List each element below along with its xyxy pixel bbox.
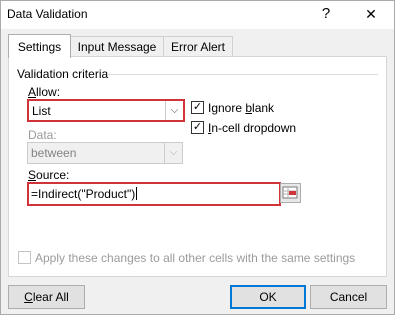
- allow-dropdown[interactable]: List ⌵: [27, 99, 185, 122]
- chevron-down-icon: ⌵: [164, 143, 182, 163]
- apply-all-checkbox[interactable]: [18, 251, 31, 264]
- range-select-button[interactable]: [280, 183, 301, 203]
- data-validation-dialog: Data Validation ? ✕ Settings Input Messa…: [0, 0, 395, 315]
- clear-all-button[interactable]: Clear All: [8, 285, 85, 309]
- range-select-icon: [282, 186, 298, 199]
- validation-criteria-heading: Validation criteria: [17, 67, 109, 81]
- chevron-down-icon: ⌵: [165, 101, 183, 120]
- incell-dropdown-label: In-cell dropdown: [208, 121, 297, 135]
- allow-value: List: [32, 104, 51, 118]
- window-title: Data Validation: [7, 7, 88, 21]
- close-button[interactable]: ✕: [359, 4, 383, 24]
- source-label: Source:: [28, 168, 70, 182]
- data-dropdown: between ⌵: [27, 142, 183, 164]
- ignore-blank-label: Ignore blank: [208, 101, 275, 115]
- apply-all-label: Apply these changes to all other cells w…: [35, 251, 356, 265]
- tab-settings[interactable]: Settings: [8, 34, 71, 58]
- group-divider: [107, 74, 378, 75]
- data-value: between: [31, 146, 77, 160]
- cancel-button[interactable]: Cancel: [310, 285, 387, 309]
- ok-button[interactable]: OK: [230, 285, 306, 309]
- title-bar: Data Validation ? ✕: [1, 1, 394, 29]
- tab-input-message[interactable]: Input Message: [70, 36, 164, 57]
- data-label: Data:: [28, 128, 57, 142]
- ignore-blank-checkbox[interactable]: ✓: [191, 101, 204, 114]
- incell-dropdown-checkbox[interactable]: ✓: [191, 121, 204, 134]
- settings-panel: [8, 56, 387, 277]
- allow-label: Allow:: [28, 85, 61, 99]
- source-value: =Indirect("Product"): [31, 187, 138, 201]
- source-input[interactable]: =Indirect("Product"): [27, 182, 281, 206]
- tab-error-alert[interactable]: Error Alert: [163, 36, 233, 57]
- help-button[interactable]: ?: [316, 4, 336, 24]
